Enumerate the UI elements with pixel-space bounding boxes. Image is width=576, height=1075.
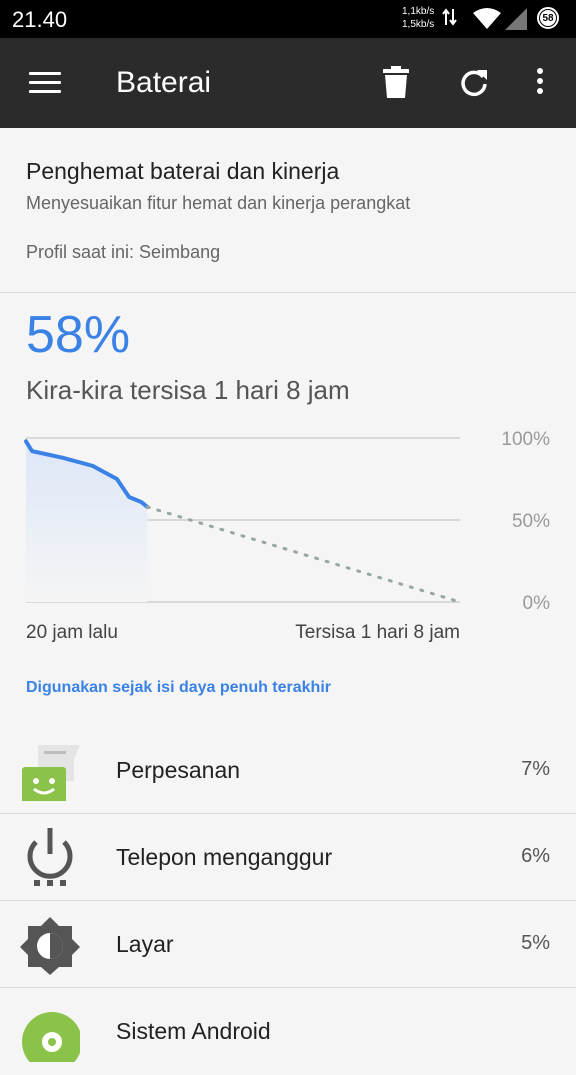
divider [0,292,576,293]
app-percent: 6% [521,845,550,867]
brightness-icon [20,917,80,975]
network-speed: 1,1kb/s 1,5kb/s [402,5,434,31]
app-name: Telepon menganggur [116,844,333,870]
usage-item-android-system[interactable]: Sistem Android [0,988,576,1075]
signal-icon [505,8,527,30]
chart-y-tick-label: 50% [512,511,550,532]
app-percent: 7% [521,758,550,780]
battery-status-icon: 58 [537,7,559,29]
android-settings-icon [22,1012,80,1062]
app-name: Sistem Android [116,1018,271,1044]
usage-item-phone-idle[interactable]: Telepon menganggur 6% [0,814,576,901]
upload-speed: 1,1kb/s [402,6,435,17]
battery-level-text: 58 [539,9,557,27]
app-name: Perpesanan [116,757,241,783]
messaging-icon [22,745,80,801]
more-options-icon[interactable] [533,68,547,98]
download-speed: 1,5kb/s [402,19,435,30]
chart-y-tick-label: 100% [501,429,550,450]
battery-saver-setting[interactable]: Penghemat baterai dan kinerja Menyesuaik… [0,128,576,292]
usage-item-messaging[interactable]: Perpesanan 7% [0,727,576,814]
wifi-icon [473,8,501,29]
battery-chart: 100% 50% 0% [24,429,551,614]
usage-item-screen[interactable]: Layar 5% [0,901,576,988]
battery-remaining: Kira-kira tersisa 1 hari 8 jam [26,375,350,405]
app-name: Layar [116,931,174,957]
battery-percent: 58% [26,306,131,364]
refresh-icon[interactable] [459,68,489,98]
chart-projection-line [145,505,462,604]
usage-since-header: Digunakan sejak isi daya penuh terakhir [26,679,331,696]
page-title: Baterai [116,66,212,99]
status-time: 21.40 [12,7,68,32]
menu-icon[interactable] [29,72,61,94]
current-profile: Profil saat ini: Seimbang [26,242,221,262]
data-transfer-icon [442,8,457,26]
app-percent: 5% [521,932,550,954]
saver-subtitle: Menyesuaikan fitur hemat dan kinerja per… [26,193,411,213]
saver-title: Penghemat baterai dan kinerja [26,158,340,184]
status-bar: 21.40 1,1kb/s 1,5kb/s 58 [0,0,576,38]
chart-y-tick-label: 0% [523,593,551,614]
chart-x-end-label: Tersisa 1 hari 8 jam [295,622,460,643]
chart-x-start-label: 20 jam lalu [26,622,118,643]
app-bar: Baterai [0,38,576,128]
trash-icon[interactable] [383,66,409,98]
power-icon [27,828,73,886]
